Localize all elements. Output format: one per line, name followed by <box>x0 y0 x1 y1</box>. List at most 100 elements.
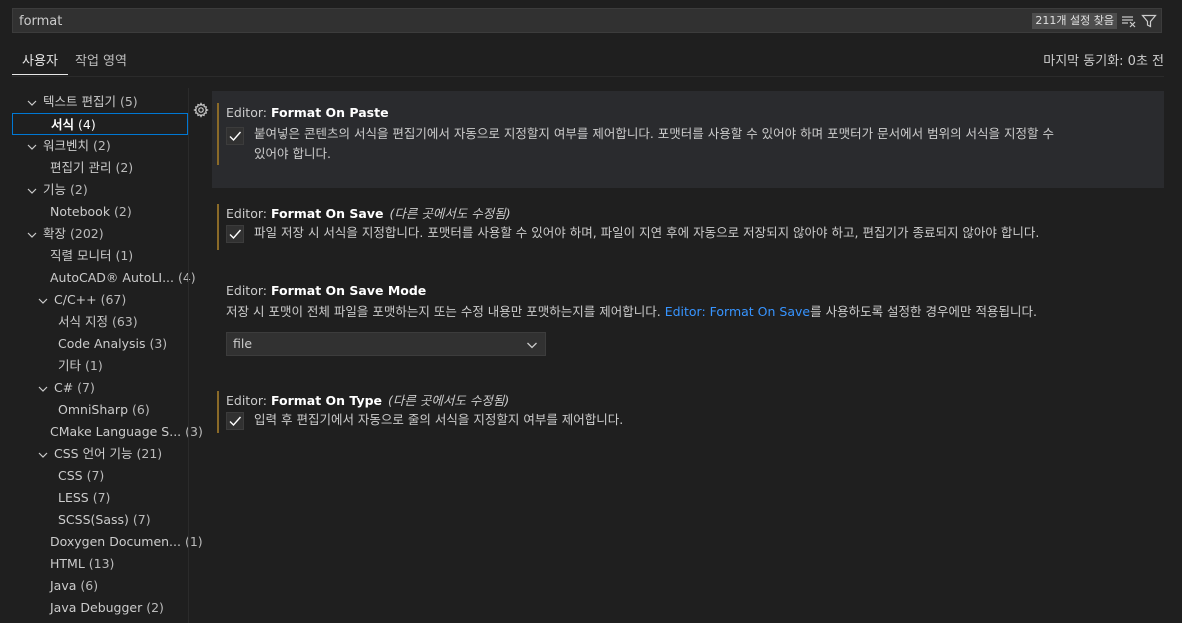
toc-item-count: (7) <box>73 380 95 395</box>
setting-title: Editor: Format On Save Mode <box>226 283 426 298</box>
toc-item-label: C# (7) <box>54 377 95 399</box>
setting-key: Format On Type <box>270 393 383 408</box>
toc-item[interactable]: HTML (13) <box>12 553 188 575</box>
description-text: 를 사용하도록 설정한 경우에만 적용됩니다. <box>810 304 1037 319</box>
check-icon <box>229 416 242 427</box>
toc-item[interactable]: 직렬 모니터 (1) <box>12 245 188 267</box>
toc-item[interactable]: 서식 지정 (63) <box>12 311 188 333</box>
toc-item[interactable]: OmniSharp (6) <box>12 399 188 421</box>
modified-elsewhere-note[interactable]: (다른 곳에서도 수정됨) <box>389 206 510 221</box>
toc-item[interactable]: Java (6) <box>12 575 188 597</box>
active-tab-indicator <box>12 74 68 75</box>
toc-item-count: (202) <box>66 226 104 241</box>
toc-item-label: 서식 지정 (63) <box>58 311 138 333</box>
description-text: 저장 시 포맷이 전체 파일을 포맷하는지 또는 수정 내용만 포맷하는지를 제… <box>226 304 665 319</box>
toc-item[interactable]: Notebook (2) <box>12 201 188 223</box>
toc-item-label: Code Analysis (3) <box>58 333 167 355</box>
toc-item-count: (1) <box>81 358 103 373</box>
chevron-down-icon[interactable] <box>26 183 38 197</box>
toc-item-label: AutoCAD® AutoLI... (4) <box>50 267 196 289</box>
toc-item-count: (2) <box>142 600 164 615</box>
toc-item-label: 텍스트 편집기 (5) <box>43 91 138 113</box>
format-on-type-checkbox[interactable] <box>226 412 244 430</box>
toc-item-name: CSS <box>58 468 83 483</box>
toc-item-count: (6) <box>76 578 99 593</box>
format-on-save-mode-select[interactable]: file <box>226 332 546 356</box>
setting-description: 파일 저장 시 서식을 지정합니다. 포맷터를 사용할 수 있어야 하며, 파일… <box>254 225 1040 240</box>
gear-icon[interactable] <box>193 102 209 118</box>
toc-item[interactable]: 기능 (2) <box>12 179 188 201</box>
toc-divider <box>188 88 189 623</box>
modified-indicator <box>217 204 219 250</box>
toc-item[interactable]: 편집기 관리 (2) <box>12 157 188 179</box>
chevron-down-icon <box>525 338 539 352</box>
setting-format-on-paste: Editor: Format On Paste 붙여넣은 콘텐츠의 서식을 편집… <box>212 91 1164 188</box>
toc-item[interactable]: Doxygen Documen... (1) <box>12 531 203 553</box>
tab-workspace[interactable]: 작업 영역 <box>75 50 127 69</box>
toc-item[interactable]: CMake Language S... (3) <box>12 421 203 443</box>
toc-item-count: (6) <box>128 402 150 417</box>
format-on-save-checkbox[interactable] <box>226 225 244 243</box>
toc-item-name: Java <box>50 578 77 593</box>
search-input[interactable] <box>19 13 919 29</box>
chevron-down-icon[interactable] <box>37 293 49 307</box>
setting-description: 입력 후 편집기에서 자동으로 줄의 서식을 지정할지 여부를 제어합니다. <box>254 412 624 427</box>
toc-item[interactable]: C/C++ (67) <box>12 289 188 311</box>
toc-item-name: CSS 언어 기능 <box>54 446 133 461</box>
setting-key: Format On Save <box>270 206 384 221</box>
toc-item[interactable]: Java Debugger (2) <box>12 597 188 619</box>
toc-item-name: Java Debugger <box>50 600 143 615</box>
toc-item[interactable]: CSS (7) <box>12 465 188 487</box>
setting-description: 붙여넣은 콘텐츠의 서식을 편집기에서 자동으로 지정할지 여부를 제어합니다.… <box>254 124 1154 164</box>
chevron-down-icon[interactable] <box>26 139 38 153</box>
toc-item-count: (3) <box>145 336 168 351</box>
toc-item-name: 확장 <box>43 226 67 241</box>
filter-icon[interactable] <box>1141 13 1157 29</box>
chevron-down-icon[interactable] <box>37 447 49 461</box>
toc-item[interactable]: AutoCAD® AutoLI... (4) <box>12 267 196 289</box>
check-icon <box>229 131 242 142</box>
toc-item[interactable]: 텍스트 편집기 (5) <box>12 91 188 113</box>
toc-item[interactable]: 기타 (1) <box>12 355 188 377</box>
modified-indicator <box>217 391 219 433</box>
setting-key: Format On Paste <box>270 105 389 120</box>
toc-item[interactable]: Code Analysis (3) <box>12 333 188 355</box>
format-on-save-link[interactable]: Editor: Format On Save <box>665 304 810 319</box>
toc-item[interactable]: CSS 언어 기능 (21) <box>12 443 188 465</box>
header-divider <box>12 76 1164 77</box>
toc-item[interactable]: 서식 (4) <box>12 113 188 135</box>
clear-filter-icon[interactable] <box>1121 13 1137 29</box>
toc-item-label: Java Debugger (2) <box>50 597 164 619</box>
check-icon <box>229 229 242 240</box>
format-on-paste-checkbox[interactable] <box>226 127 244 145</box>
tab-user[interactable]: 사용자 <box>12 50 68 69</box>
toc-item-count: (2) <box>66 182 88 197</box>
toc-item-count: (1) <box>111 248 134 263</box>
setting-format-on-type: Editor: Format On Type (다른 곳에서도 수정됨) 입력 후… <box>212 383 1164 443</box>
settings-search-box[interactable]: 211개 설정 찾음 <box>12 8 1162 33</box>
toc-item[interactable]: LESS (7) <box>12 487 188 509</box>
chevron-down-icon[interactable] <box>26 227 38 241</box>
toc-item-label: C/C++ (67) <box>54 289 126 311</box>
toc-item[interactable]: C# (7) <box>12 377 188 399</box>
modified-elsewhere-note[interactable]: (다른 곳에서도 수정됨) <box>388 393 509 408</box>
toc-item-label: 기타 (1) <box>58 355 103 377</box>
toc-item[interactable]: 워크벤치 (2) <box>12 135 188 157</box>
toc-item-count: (7) <box>128 512 151 527</box>
toc-item-name: 워크벤치 <box>43 138 90 153</box>
chevron-down-icon[interactable] <box>26 95 38 109</box>
toc-item-name: C/C++ <box>54 292 97 307</box>
toc-item-label: 확장 (202) <box>43 223 104 245</box>
toc-item-count: (7) <box>82 468 105 483</box>
toc-item[interactable]: SCSS(Sass) (7) <box>12 509 188 531</box>
toc-item-count: (21) <box>132 446 163 461</box>
toc-item[interactable]: 확장 (202) <box>12 223 188 245</box>
search-result-count-badge: 211개 설정 찾음 <box>1032 13 1117 29</box>
toc-item-count: (1) <box>180 534 203 549</box>
toc-item-count: (4) <box>174 270 196 285</box>
chevron-down-icon[interactable] <box>37 381 49 395</box>
setting-category: Editor: <box>226 105 271 120</box>
toc-item-count: (67) <box>96 292 127 307</box>
toc-item-name: Code Analysis <box>58 336 146 351</box>
toc-item-name: HTML <box>50 556 85 571</box>
